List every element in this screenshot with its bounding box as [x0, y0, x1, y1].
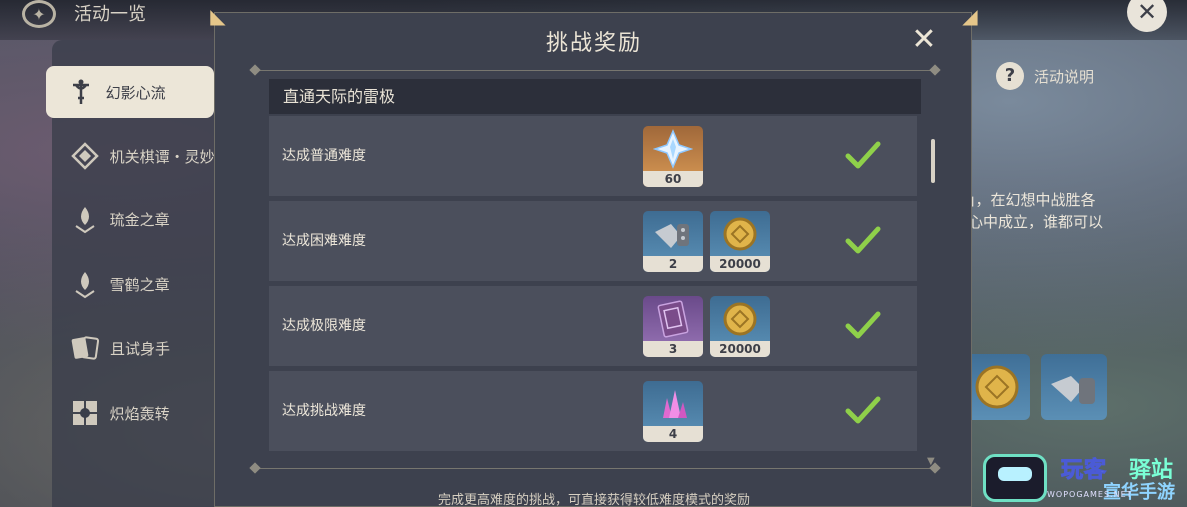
cards-icon	[70, 333, 100, 363]
sidebar-item-label: 炽焰轰转	[109, 404, 170, 423]
reward-row: 达成挑战难度 4	[269, 371, 917, 451]
watermark-logo: 玩客 驿站 宣华手游网 WOPOGAMES.NET	[983, 450, 1187, 507]
bg-reward-mora	[964, 354, 1030, 420]
bulb-drop-icon	[70, 269, 100, 299]
close-icon[interactable]: ✕	[1127, 0, 1167, 32]
dialog-title: 挑战奖励	[545, 31, 642, 56]
wind-compass-icon: ✦	[22, 0, 56, 28]
activity-description: 」，在幻想中战胜各 心中成立，谁都可以	[968, 189, 1168, 233]
reward-count: 2	[643, 256, 703, 272]
check-icon	[845, 226, 881, 254]
robot-logo-icon	[983, 454, 1047, 502]
reward-item[interactable]: 4	[643, 381, 703, 442]
row-label: 达成困难难度	[282, 233, 366, 249]
sidebar-item-label: 琉金之章	[109, 210, 170, 229]
row-label: 达成普通难度	[282, 148, 366, 164]
row-label: 达成挑战难度	[282, 403, 366, 419]
watermark-text: 玩客	[1060, 458, 1108, 484]
reward-count: 3	[643, 341, 703, 357]
reward-row: 达成困难难度 2 20000	[269, 201, 917, 281]
challenge-reward-dialog: ◣ ◢ 挑战奖励 ✕ 直通天际的雷极 达成普通难度 60 达成困难难度 2 20…	[210, 5, 978, 507]
reward-count: 20000	[710, 341, 770, 357]
reward-item[interactable]: 3	[643, 296, 703, 357]
sidebar-item-label: 机关棋谭・灵妙	[109, 147, 215, 166]
bulb-drop-icon	[70, 204, 100, 234]
scrollbar[interactable]	[931, 139, 935, 183]
sword-figure-icon	[66, 77, 96, 107]
reward-item[interactable]: 20000	[710, 296, 770, 357]
reward-list[interactable]: 直通天际的雷极 达成普通难度 60 达成困难难度 2 20000 达成极限难度 …	[269, 79, 921, 463]
section-title: 直通天际的雷极	[269, 79, 921, 114]
talent-material-icon	[643, 211, 703, 256]
dialog-footer-note: 完成更高难度的挑战，可直接获得较低难度模式的奖励	[437, 493, 750, 507]
crystal-ore-icon	[643, 381, 703, 426]
sidebar-item-jiguan[interactable]: 机关棋谭・灵妙	[58, 131, 218, 181]
reward-item[interactable]: 20000	[710, 211, 770, 272]
sidebar-item-label: 且试身手	[110, 339, 171, 358]
primogem-icon	[643, 126, 703, 171]
corner-ornament-icon: ◣	[210, 4, 226, 28]
reward-row: 达成普通难度 60	[269, 116, 917, 196]
reward-count: 4	[643, 426, 703, 442]
check-icon	[845, 396, 881, 424]
activity-help-button[interactable]: ? 活动说明	[996, 62, 1094, 90]
app-title: 活动一览	[74, 4, 146, 25]
four-petal-icon	[70, 398, 100, 428]
reward-count: 60	[643, 171, 703, 187]
sidebar-item-liujin[interactable]: 琉金之章	[58, 194, 218, 244]
mora-coin-icon	[710, 211, 770, 256]
divider-ornament-icon	[249, 64, 261, 76]
sidebar-item-label: 雪鹤之章	[109, 275, 170, 294]
divider	[255, 70, 935, 71]
reward-item[interactable]: 2	[643, 211, 703, 272]
reward-row: 达成极限难度 3 20000	[269, 286, 917, 366]
divider-ornament-icon	[249, 462, 261, 474]
sidebar-item-xuehe[interactable]: 雪鹤之章	[58, 259, 218, 309]
sidebar-item-qieshi[interactable]: 且试身手	[58, 323, 218, 373]
sidebar-item-label: 幻影心流	[105, 83, 166, 102]
reward-item[interactable]: 60	[643, 126, 703, 187]
bg-reward-material	[1041, 354, 1107, 420]
mora-coin-icon	[710, 296, 770, 341]
sidebar-item-chiyan[interactable]: 炽焰轰转	[58, 388, 218, 438]
watermark-url: WOPOGAMES.NET	[1047, 490, 1133, 499]
hero-wit-book-icon	[643, 296, 703, 341]
check-icon	[845, 141, 881, 169]
divider-ornament-icon	[929, 64, 941, 76]
sidebar-item-huanying[interactable]: 幻影心流	[46, 66, 214, 118]
help-label: 活动说明	[1034, 67, 1095, 86]
corner-ornament-icon: ◢	[962, 4, 978, 28]
description-line: 」，在幻想中战胜各	[968, 191, 1096, 209]
row-label: 达成极限难度	[282, 318, 366, 334]
talent-material-icon	[1051, 376, 1095, 404]
check-icon	[845, 311, 881, 339]
description-line: 心中成立，谁都可以	[968, 213, 1104, 231]
diamond-grid-icon	[70, 141, 100, 171]
reward-count: 20000	[710, 256, 770, 272]
divider	[255, 468, 935, 469]
question-icon: ?	[996, 62, 1024, 90]
dialog-close-button[interactable]: ✕	[909, 25, 939, 55]
mora-coin-icon	[975, 365, 1019, 409]
